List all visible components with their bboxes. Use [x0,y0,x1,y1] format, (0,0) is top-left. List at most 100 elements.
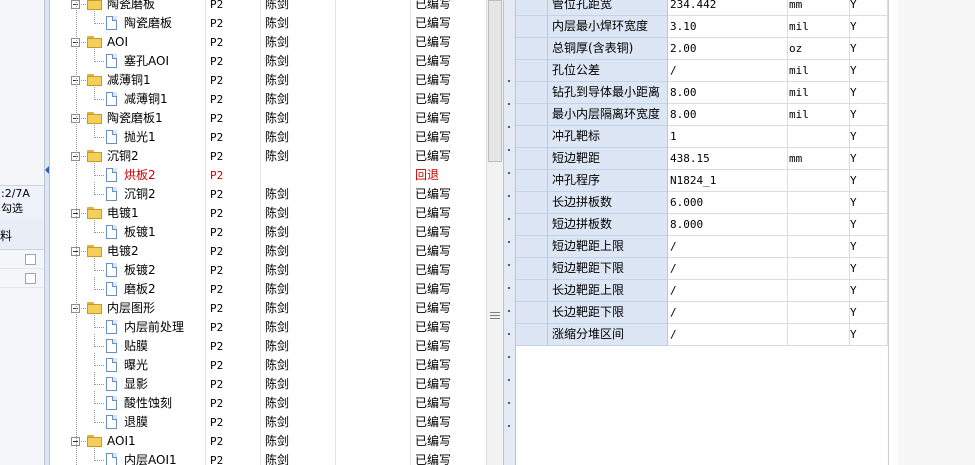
row-selector[interactable] [516,82,548,104]
document-icon [106,130,117,144]
property-row[interactable]: 内层最小焊环宽度 3.10 mil Y [516,16,888,38]
property-row[interactable]: 长边拼板数 6.000 Y [516,192,888,214]
row-selector[interactable] [516,16,548,38]
tree-folder-row[interactable]: 减薄铜1 P2 陈剑 已编写 [50,71,486,90]
property-value[interactable]: 8.000 [668,214,788,236]
property-unit [788,324,850,346]
priority-cell: P2 [210,378,224,391]
property-value[interactable]: 1 [668,126,788,148]
tree-item-row[interactable]: 退膜 P2 陈剑 已编写 [50,410,486,432]
property-name: 最小内层隔离环宽度 [548,104,668,126]
property-row[interactable]: 长边靶距上限 / Y [516,280,888,302]
row-selector[interactable] [516,258,548,280]
left-status-line1: :2/7A [1,187,30,200]
row-selector[interactable] [516,302,548,324]
property-value[interactable]: N1824_1 [668,170,788,192]
property-value[interactable]: / [668,324,788,346]
row-selector[interactable] [516,236,548,258]
folder-icon [87,245,103,257]
property-row[interactable]: 孔位公差 / mil Y [516,60,888,82]
property-row[interactable]: 短边靶距 438.15 mm Y [516,148,888,170]
row-selector[interactable] [516,324,548,346]
property-flag: Y [850,324,888,346]
tree-folder-label: 沉铜2 [107,149,139,163]
tree-item-row[interactable]: 塞孔AOI P2 陈剑 已编写 [50,49,486,71]
tree-item-row[interactable]: 磨板2 P2 陈剑 已编写 [50,277,486,299]
tree-folder-row[interactable]: 沉铜2 P2 陈剑 已编写 [50,147,486,166]
owner-cell: 陈剑 [265,130,290,144]
row-selector[interactable] [516,148,548,170]
row-selector[interactable] [516,104,548,126]
row-selector[interactable] [516,280,548,302]
property-row[interactable]: 短边靶距上限 / Y [516,236,888,258]
tree-item-row[interactable]: 陶瓷磨板 P2 陈剑 已编写 [50,11,486,33]
property-value[interactable]: 438.15 [668,148,788,170]
tree-folder-row[interactable]: AOI1 P2 陈剑 已编写 [50,432,486,451]
tree-vertical-scrollbar[interactable] [486,0,503,465]
tree-item-label: 沉铜2 [124,187,156,201]
tree-item-row[interactable]: 沉铜2 P2 陈剑 已编写 [50,182,486,204]
tree-item-row[interactable]: 显影 P2 陈剑 已编写 [50,372,486,394]
property-row[interactable]: 冲孔程序 N1824_1 Y [516,170,888,192]
property-row[interactable]: 最小内层隔离环宽度 8.00 mil Y [516,104,888,126]
tree-folder-row[interactable]: 电镀1 P2 陈剑 已编写 [50,204,486,223]
property-row[interactable]: 涨缩分堆区间 / Y [516,324,888,346]
property-value[interactable]: / [668,280,788,302]
tree-item-row[interactable]: 烘板2 P2 回退 [50,163,486,185]
property-row[interactable]: 钻孔到导体最小距离 8.00 mil Y [516,82,888,104]
tree-item-row[interactable]: 内层AOI1 P2 陈剑 已编写 [50,448,486,465]
tree-item-row[interactable]: 贴膜 P2 陈剑 已编写 [50,334,486,356]
tree-item-row[interactable]: 曝光 P2 陈剑 已编写 [50,353,486,375]
property-value[interactable]: 8.00 [668,104,788,126]
tree-item-row[interactable]: 酸性蚀刻 P2 陈剑 已编写 [50,391,486,413]
status-cell: 已编写 [415,130,452,144]
left-row[interactable] [0,250,44,269]
tree-item-row[interactable]: 板镀2 P2 陈剑 已编写 [50,258,486,280]
priority-cell: P2 [210,454,224,465]
row-selector[interactable] [516,192,548,214]
property-unit: mm [788,148,850,170]
priority-cell: P2 [210,226,224,239]
property-row[interactable]: 总铜厚(含表铜) 2.00 oz Y [516,38,888,60]
tree-item-row[interactable]: 减薄铜1 P2 陈剑 已编写 [50,87,486,109]
property-value[interactable]: 8.00 [668,82,788,104]
left-row-checkbox[interactable] [25,254,36,265]
left-row-checkbox[interactable] [25,273,36,284]
right-splitter[interactable] [503,0,516,465]
property-value[interactable]: 6.000 [668,192,788,214]
row-selector[interactable] [516,60,548,82]
tree-folder-row[interactable]: 电镀2 P2 陈剑 已编写 [50,242,486,261]
property-value[interactable]: 234.442 [668,0,788,16]
property-value[interactable]: 2.00 [668,38,788,60]
tree-folder-row[interactable]: 陶瓷磨板 P2 陈剑 已编写 [50,0,486,14]
property-value[interactable]: / [668,258,788,280]
row-selector[interactable] [516,170,548,192]
tree-folder-row[interactable]: AOI P2 陈剑 已编写 [50,33,486,52]
property-row[interactable]: 长边靶距下限 / Y [516,302,888,324]
row-selector[interactable] [516,38,548,60]
tree-folder-row[interactable]: 陶瓷磨板1 P2 陈剑 已编写 [50,109,486,128]
priority-cell: P2 [210,397,224,410]
property-row[interactable]: 管位孔距宽 234.442 mm Y [516,0,888,16]
property-row[interactable]: 短边靶距下限 / Y [516,258,888,280]
row-selector[interactable] [516,214,548,236]
property-value[interactable]: / [668,236,788,258]
tree-folder-row[interactable]: 内层图形 P2 陈剑 已编写 [50,299,486,318]
property-value[interactable]: / [668,302,788,324]
tree-item-row[interactable]: 内层前处理 P2 陈剑 已编写 [50,315,486,337]
row-selector[interactable] [516,126,548,148]
tree-item-row[interactable]: 板镀1 P2 陈剑 已编写 [50,220,486,242]
property-value[interactable]: 3.10 [668,16,788,38]
tree-item-row[interactable]: 抛光1 P2 陈剑 已编写 [50,125,486,147]
owner-cell: 陈剑 [265,320,290,334]
scrollbar-thumb[interactable] [488,0,502,162]
tree-item-label: 烘板2 [124,168,156,182]
row-selector[interactable] [516,0,548,16]
collapse-left-arrow-icon[interactable] [45,166,49,174]
property-row[interactable]: 短边拼板数 8.000 Y [516,214,888,236]
left-row[interactable] [0,269,44,288]
property-value[interactable]: / [668,60,788,82]
left-column-header[interactable]: 料 [0,219,44,250]
document-icon [106,54,117,68]
property-row[interactable]: 冲孔靶标 1 Y [516,126,888,148]
